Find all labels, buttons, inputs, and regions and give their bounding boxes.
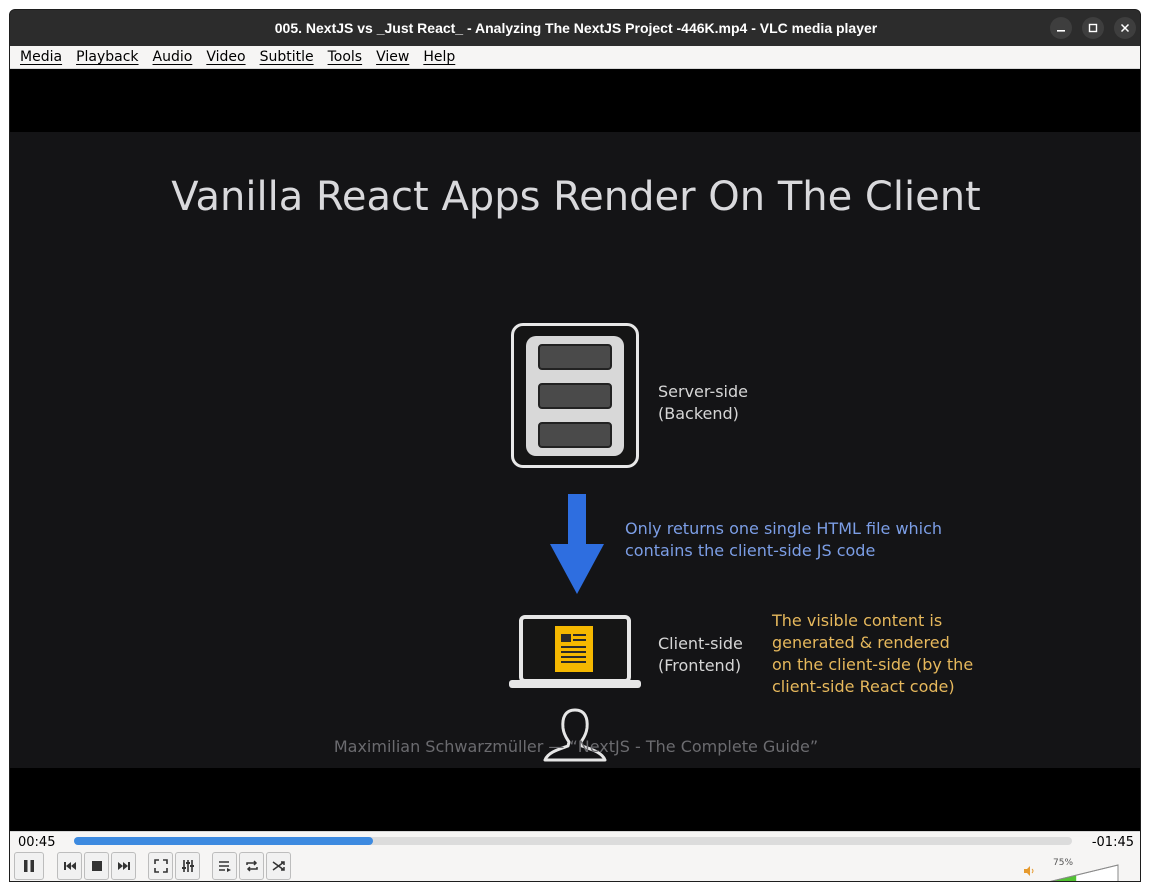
seek-bar[interactable] xyxy=(74,837,1072,845)
client-label: Client-side (Frontend) xyxy=(658,634,743,675)
fullscreen-icon xyxy=(153,859,168,873)
next-icon xyxy=(117,862,130,870)
playlist-icon xyxy=(218,861,231,872)
previous-button[interactable] xyxy=(57,852,82,880)
loop-button[interactable] xyxy=(239,852,264,880)
close-icon xyxy=(1120,23,1130,33)
volume-slider[interactable] xyxy=(1043,864,1119,882)
user-icon xyxy=(543,708,607,762)
client-note: The visible content is generated & rende… xyxy=(772,611,974,696)
window-title: 005. NextJS vs _Just React_ - Analyzing … xyxy=(274,20,878,36)
maximize-button[interactable] xyxy=(1082,17,1104,39)
player-controls: 00:45 -01:45 75% xyxy=(10,831,1140,882)
server-icon xyxy=(511,323,639,468)
extended-settings-button[interactable] xyxy=(175,852,200,880)
video-frame: Vanilla React Apps Render On The Client … xyxy=(10,132,1140,768)
random-button[interactable] xyxy=(266,852,291,880)
equalizer-icon xyxy=(181,860,194,872)
close-button[interactable] xyxy=(1114,17,1136,39)
maximize-icon xyxy=(1088,23,1098,33)
menu-playback[interactable]: Playback xyxy=(76,49,138,65)
title-bar[interactable]: 005. NextJS vs _Just React_ - Analyzing … xyxy=(10,10,1140,46)
minimize-icon xyxy=(1057,30,1065,32)
window-controls xyxy=(1050,17,1136,39)
next-button[interactable] xyxy=(111,852,136,880)
pause-button[interactable] xyxy=(14,852,44,880)
menu-video[interactable]: Video xyxy=(206,49,245,65)
speaker-icon[interactable] xyxy=(1023,865,1035,877)
slide-credit: Maximilian Schwarzmüller — “NextJS - The… xyxy=(333,737,819,756)
document-icon xyxy=(555,626,593,672)
server-label: Server-side (Backend) xyxy=(658,382,748,423)
stop-button[interactable] xyxy=(84,852,109,880)
elapsed-time: 00:45 xyxy=(18,835,56,850)
loop-icon xyxy=(245,860,258,872)
menu-view[interactable]: View xyxy=(376,49,409,65)
pause-icon xyxy=(24,860,34,872)
menu-audio[interactable]: Audio xyxy=(153,49,193,65)
vlc-window: 005. NextJS vs _Just React_ - Analyzing … xyxy=(9,9,1141,882)
arrow-note: Only returns one single HTML file which … xyxy=(625,519,943,560)
menu-subtitle[interactable]: Subtitle xyxy=(260,49,314,65)
stop-icon xyxy=(91,861,102,871)
menu-help[interactable]: Help xyxy=(423,49,455,65)
playlist-button[interactable] xyxy=(212,852,237,880)
menu-bar: Media Playback Audio Video Subtitle Tool… xyxy=(10,46,1140,69)
video-area[interactable]: Vanilla React Apps Render On The Client … xyxy=(10,69,1140,831)
seek-progress xyxy=(74,837,374,845)
fullscreen-button[interactable] xyxy=(148,852,173,880)
laptop-icon xyxy=(509,615,641,688)
remaining-time[interactable]: -01:45 xyxy=(1092,835,1134,850)
menu-media[interactable]: Media xyxy=(20,49,62,65)
minimize-button[interactable] xyxy=(1050,17,1072,39)
slide-title: Vanilla React Apps Render On The Client xyxy=(171,174,981,220)
menu-tools[interactable]: Tools xyxy=(328,49,363,65)
shuffle-icon xyxy=(272,861,285,871)
previous-icon xyxy=(63,862,76,870)
down-arrow-icon xyxy=(550,494,604,594)
